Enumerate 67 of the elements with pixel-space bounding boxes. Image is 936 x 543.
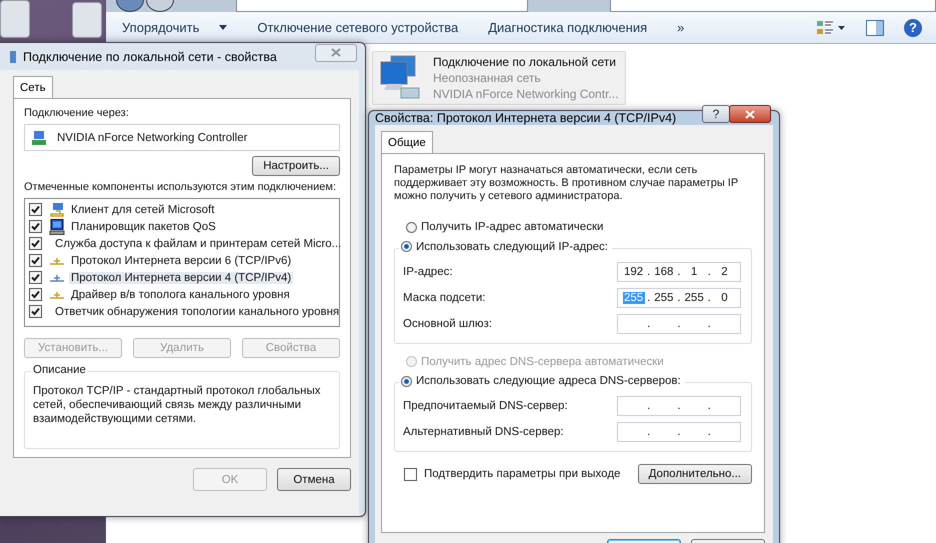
help-icon[interactable]: ?	[904, 18, 922, 36]
radio-label[interactable]: Использовать следующий IP-адрес:	[416, 240, 608, 252]
computer-icon	[49, 202, 65, 217]
connection-name: Подключение по локальной сети	[433, 54, 617, 70]
tab[interactable]: Общие	[381, 131, 433, 153]
connect-via-label: Подключение через:	[24, 107, 130, 119]
dialog-button[interactable]: Отмена	[277, 468, 351, 491]
ip-address-field[interactable]: . . .	[617, 314, 741, 334]
close-button[interactable]	[729, 105, 771, 123]
checkbox[interactable]	[29, 203, 42, 216]
ip-address-field[interactable]: . . .	[617, 396, 741, 416]
component-item[interactable]: Протокол Интернета версии 6 (TCP/IPv6)	[69, 254, 294, 267]
checkbox[interactable]	[29, 220, 42, 234]
ip-address-field[interactable]: . . .	[617, 422, 741, 442]
window-title: Свойства: Протокол Интернета версии 4 (TCP/IPv4)	[375, 111, 678, 125]
network-protocol-icon	[49, 290, 65, 300]
ip-address-field[interactable]: 255 . 255 . 255 . 0	[617, 288, 741, 308]
field-label: IP-адрес:	[403, 266, 453, 278]
component-item[interactable]: Планировщик пакетов QoS	[69, 220, 218, 233]
network-adapter-icon	[31, 130, 47, 146]
window-title: Подключение по локальной сети - свойства	[23, 50, 278, 64]
toolbar-button[interactable]: Упорядочить	[114, 16, 236, 39]
radio-button[interactable]	[406, 222, 417, 232]
checkbox[interactable]	[29, 305, 42, 318]
checkbox[interactable]	[404, 468, 417, 480]
intro-text: Параметры IP могут назначаться автоматически, если сеть поддерживает эту возможность. В противном случае параметры IP можно получить у сетевого администратора.	[394, 164, 739, 203]
radio-button[interactable]	[401, 376, 412, 386]
checkbox[interactable]	[29, 254, 42, 268]
network-protocol-icon	[49, 272, 65, 283]
preview-pane-icon[interactable]	[866, 20, 884, 36]
field-label: Маска подсети:	[403, 292, 486, 304]
toolbar-button[interactable]: Диагностика подключения	[480, 16, 656, 39]
ip-address-field[interactable]: 192 . 168 . 1 . 2	[617, 262, 741, 282]
checkbox[interactable]	[29, 271, 42, 284]
field-label: Основной шлюз:	[403, 318, 492, 330]
network-protocol-icon	[49, 256, 65, 266]
connection-status: Неопознанная сеть	[433, 70, 542, 86]
view-icon[interactable]	[816, 18, 846, 36]
configure-button[interactable]: Настроить...	[252, 156, 340, 176]
connection-device: NVIDIA nForce Networking Contr...	[433, 86, 618, 102]
component-item[interactable]: Драйвер в/в тополога канального уровня	[69, 288, 292, 301]
field-label: Альтернативный DNS-сервер:	[403, 426, 564, 438]
component-item[interactable]: Протокол Интернета версии 4 (TCP/IPv4)	[69, 272, 294, 284]
more-button[interactable]: »	[669, 16, 692, 39]
component-item[interactable]: Клиент для сетей Microsoft	[69, 204, 216, 216]
description-text: Протокол TCP/IP - стандартный протокол глобальных сетей, обеспечивающий связь между различными взаимодействующими сетями.	[33, 384, 322, 426]
computer-icon	[49, 218, 65, 235]
advanced-button[interactable]: Дополнительно...	[638, 464, 752, 484]
adapter-name: NVIDIA nForce Networking Controller	[57, 132, 248, 144]
checkbox-label[interactable]: Подтвердить параметры при выходе	[424, 468, 620, 480]
checkbox[interactable]	[29, 288, 42, 302]
group-title: Описание	[31, 364, 88, 376]
component-item[interactable]: Ответчик обнаружения топологии канального уровня	[53, 306, 342, 318]
component-item[interactable]: Служба доступа к файлам и принтерам сетей Micro...	[53, 238, 344, 250]
checkbox[interactable]	[29, 237, 42, 250]
field-label: Предпочитаемый DNS-сервер:	[403, 400, 568, 412]
tab[interactable]: Сеть	[13, 76, 53, 98]
caret-icon	[219, 25, 228, 30]
radio-label[interactable]: Получить IP-адрес автоматически	[421, 221, 604, 233]
help-button[interactable]: ?	[702, 105, 730, 123]
radio-button[interactable]	[401, 241, 412, 252]
close-icon	[745, 110, 755, 118]
radio-label[interactable]: Использовать следующие адреса DNS-серверов:	[416, 375, 681, 387]
connection-item[interactable]: Подключение по локальной сети Неопознанная сеть NVIDIA nForce Networking Contr...	[372, 51, 626, 105]
components-label: Отмеченные компоненты используются этим подключением:	[24, 181, 338, 194]
toolbar-button[interactable]: Отключение сетевого устройства	[249, 16, 466, 39]
close-icon	[331, 48, 341, 57]
